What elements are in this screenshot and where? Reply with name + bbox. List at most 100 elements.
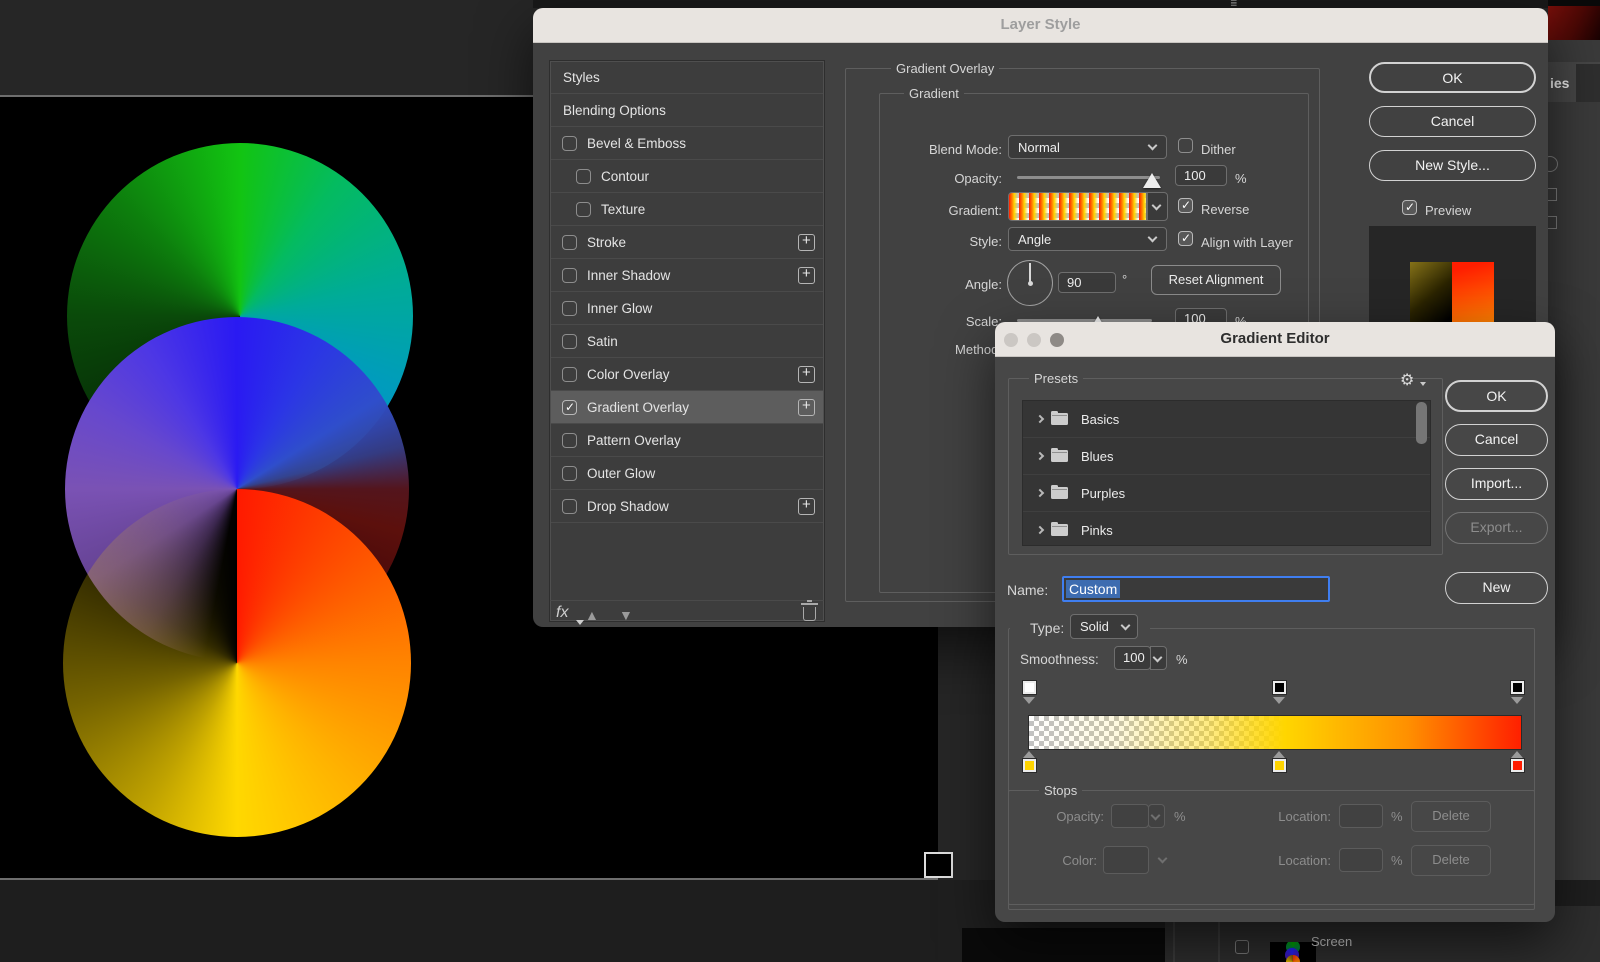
preset-folder-purples[interactable]: Purples bbox=[1023, 475, 1430, 512]
angle-input[interactable]: 90 bbox=[1058, 272, 1116, 293]
layer-style-titlebar[interactable]: Layer Style bbox=[533, 8, 1548, 43]
color-stop-yellow-0[interactable] bbox=[1023, 759, 1036, 772]
new-button[interactable]: New bbox=[1445, 572, 1548, 604]
style-checkbox[interactable] bbox=[562, 268, 577, 283]
opacity-stop-0[interactable] bbox=[1023, 681, 1036, 694]
gradient-swatch[interactable] bbox=[1008, 192, 1147, 221]
style-checkbox[interactable] bbox=[562, 301, 577, 316]
gradient-dropdown[interactable] bbox=[1147, 192, 1168, 221]
blend-mode-dropdown[interactable]: Normal bbox=[1008, 135, 1167, 159]
inactive-tab[interactable] bbox=[1576, 64, 1600, 102]
style-checkbox[interactable] bbox=[562, 499, 577, 514]
delete-opacity-stop-button[interactable]: Delete bbox=[1411, 801, 1491, 832]
angle-dial[interactable] bbox=[1007, 260, 1053, 306]
export-button[interactable]: Export... bbox=[1445, 512, 1548, 544]
style-checkbox[interactable] bbox=[562, 334, 577, 349]
disclosure-chevron-icon[interactable] bbox=[1035, 488, 1045, 498]
opacity-stop-51[interactable] bbox=[1273, 681, 1286, 694]
dither-checkbox[interactable] bbox=[1178, 138, 1193, 153]
preview-checkbox[interactable] bbox=[1402, 200, 1417, 215]
disclosure-chevron-icon[interactable] bbox=[1035, 451, 1045, 461]
align-with-layer-checkbox[interactable] bbox=[1178, 231, 1193, 246]
styles-list-header[interactable]: Styles bbox=[551, 61, 823, 94]
add-stroke-button[interactable] bbox=[798, 232, 815, 251]
style-checkbox[interactable] bbox=[562, 466, 577, 481]
import-button[interactable]: Import... bbox=[1445, 468, 1548, 500]
gradient-bar[interactable] bbox=[1028, 715, 1522, 750]
move-down-icon[interactable]: ▼ bbox=[619, 607, 633, 623]
ok-button[interactable]: OK bbox=[1369, 62, 1536, 93]
row-label: Outer Glow bbox=[587, 466, 656, 481]
add-color-overlay-button[interactable] bbox=[798, 364, 815, 383]
fx-icon[interactable]: fx bbox=[556, 604, 568, 622]
ok-button[interactable]: OK bbox=[1445, 380, 1548, 412]
layer-checkbox[interactable] bbox=[1235, 940, 1249, 954]
sidebar-item-pattern-overlay[interactable]: Pattern Overlay bbox=[551, 424, 823, 457]
disclosure-chevron-icon[interactable] bbox=[1035, 525, 1045, 535]
angle-label: Angle: bbox=[965, 277, 1002, 292]
opacity-slider-thumb[interactable] bbox=[1143, 173, 1161, 188]
color-stop-yellow-51[interactable] bbox=[1273, 759, 1286, 772]
new-style-button[interactable]: New Style... bbox=[1369, 150, 1536, 181]
sidebar-item-drop-shadow[interactable]: Drop Shadow bbox=[551, 490, 823, 523]
sidebar-item-contour[interactable]: Contour bbox=[551, 160, 823, 193]
sidebar-item-texture[interactable]: Texture bbox=[551, 193, 823, 226]
reverse-checkbox[interactable] bbox=[1178, 198, 1193, 213]
chevron-down-icon bbox=[1120, 620, 1131, 631]
sidebar-item-satin[interactable]: Satin bbox=[551, 325, 823, 358]
type-value: Solid bbox=[1080, 619, 1109, 634]
stop-opacity-input[interactable] bbox=[1111, 804, 1149, 828]
name-input[interactable]: Custom bbox=[1062, 576, 1330, 602]
stop-opacity-dropdown[interactable] bbox=[1148, 804, 1165, 828]
layer-thumbnail[interactable] bbox=[1270, 942, 1316, 962]
canvas-corner-grip[interactable] bbox=[924, 852, 953, 878]
sidebar-item-stroke[interactable]: Stroke bbox=[551, 226, 823, 259]
add-inner-shadow-button[interactable] bbox=[798, 265, 815, 284]
sidebar-item-inner-shadow[interactable]: Inner Shadow bbox=[551, 259, 823, 292]
row-label: Bevel & Emboss bbox=[587, 136, 687, 151]
delete-color-stop-button[interactable]: Delete bbox=[1411, 845, 1491, 876]
style-checkbox[interactable] bbox=[562, 136, 577, 151]
preset-folder-basics[interactable]: Basics bbox=[1023, 401, 1430, 438]
move-up-icon[interactable]: ▲ bbox=[585, 607, 599, 623]
style-checkbox[interactable] bbox=[576, 169, 591, 184]
color-stop-red-100[interactable] bbox=[1511, 759, 1524, 772]
stop-location-input[interactable] bbox=[1339, 848, 1383, 872]
layer-blend-mode[interactable]: Screen bbox=[1311, 934, 1352, 949]
style-checkbox[interactable] bbox=[576, 202, 591, 217]
style-checkbox[interactable] bbox=[562, 367, 577, 382]
sidebar-item-inner-glow[interactable]: Inner Glow bbox=[551, 292, 823, 325]
smoothness-dropdown[interactable] bbox=[1150, 646, 1167, 670]
preset-folder-pinks[interactable]: Pinks bbox=[1023, 512, 1430, 545]
trash-icon[interactable] bbox=[800, 600, 818, 621]
gear-icon[interactable]: ⚙ bbox=[1400, 370, 1414, 390]
stop-location-input[interactable] bbox=[1339, 804, 1383, 828]
sidebar-item-color-overlay[interactable]: Color Overlay bbox=[551, 358, 823, 391]
cancel-button[interactable]: Cancel bbox=[1369, 106, 1536, 137]
stop-color-swatch[interactable] bbox=[1103, 846, 1149, 874]
properties-tab-label[interactable]: ies bbox=[1550, 75, 1569, 91]
style-checkbox[interactable] bbox=[562, 433, 577, 448]
align-with-layer-label: Align with Layer bbox=[1201, 235, 1293, 250]
preset-folder-blues[interactable]: Blues bbox=[1023, 438, 1430, 475]
opacity-slider[interactable] bbox=[1017, 176, 1160, 179]
cancel-button[interactable]: Cancel bbox=[1445, 424, 1548, 456]
opacity-input[interactable]: 100 bbox=[1175, 165, 1227, 186]
gradient-editor-titlebar[interactable]: Gradient Editor bbox=[995, 322, 1555, 357]
disclosure-chevron-icon[interactable] bbox=[1035, 414, 1045, 424]
style-dropdown[interactable]: Angle bbox=[1008, 227, 1167, 251]
type-dropdown[interactable]: Solid bbox=[1070, 614, 1138, 639]
opacity-stop-100[interactable] bbox=[1511, 681, 1524, 694]
smoothness-input[interactable]: 100 bbox=[1114, 646, 1151, 670]
sidebar-item-blending-options[interactable]: Blending Options bbox=[551, 94, 823, 127]
style-checkbox[interactable] bbox=[562, 235, 577, 250]
add-gradient-overlay-button[interactable] bbox=[798, 397, 815, 416]
sidebar-item-gradient-overlay[interactable]: Gradient Overlay bbox=[551, 391, 823, 424]
reset-alignment-button[interactable]: Reset Alignment bbox=[1151, 265, 1281, 295]
add-drop-shadow-button[interactable] bbox=[798, 496, 815, 515]
angle-dial-center bbox=[1027, 280, 1033, 286]
sidebar-item-bevel-emboss[interactable]: Bevel & Emboss bbox=[551, 127, 823, 160]
scrollbar-thumb[interactable] bbox=[1416, 402, 1427, 444]
style-checkbox-checked[interactable] bbox=[562, 400, 577, 415]
sidebar-item-outer-glow[interactable]: Outer Glow bbox=[551, 457, 823, 490]
